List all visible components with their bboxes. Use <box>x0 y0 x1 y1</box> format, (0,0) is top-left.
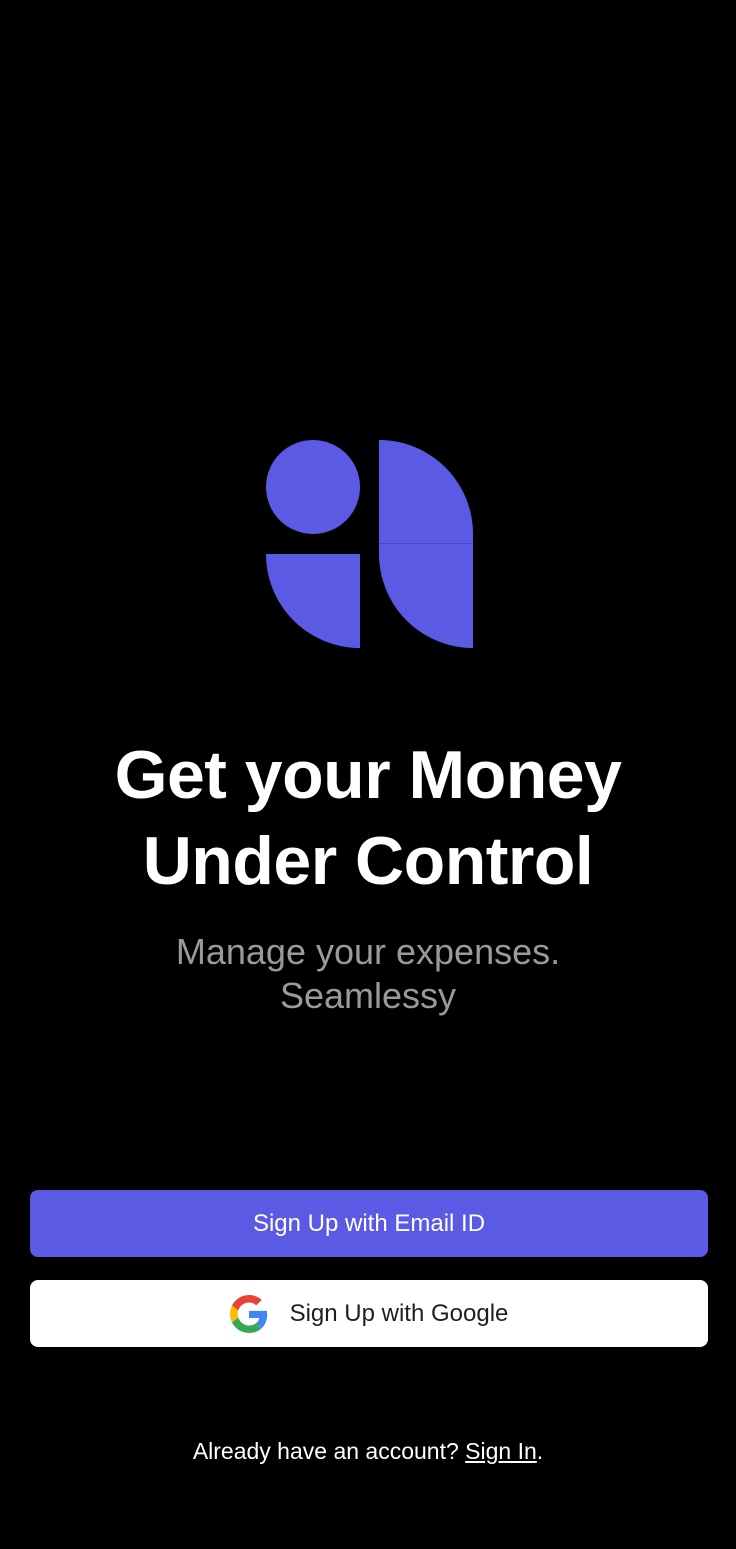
page-title: Get your Money Under Control <box>0 732 736 904</box>
email-signup-button[interactable]: Sign Up with Email ID <box>30 1190 708 1257</box>
title-line-1: Get your Money <box>114 737 622 813</box>
signin-prompt-suffix: . <box>536 1438 544 1464</box>
page-subtitle: Manage your expenses. Seamlessy <box>0 930 736 1018</box>
google-signup-label: Sign Up with Google <box>289 1299 509 1327</box>
signin-prompt: Already have an account? Sign In. <box>0 1438 736 1465</box>
signin-link[interactable]: Sign In <box>465 1438 537 1464</box>
subtitle-line-1: Manage your expenses. <box>175 931 561 972</box>
signin-prompt-text: Already have an account? <box>192 1438 466 1464</box>
title-line-2: Under Control <box>142 823 594 899</box>
brand-logo-icon <box>264 438 474 648</box>
subtitle-line-2: Seamlessy <box>279 975 457 1016</box>
google-signup-button[interactable]: Sign Up with Google <box>30 1280 708 1347</box>
email-signup-label: Sign Up with Email ID <box>252 1209 486 1237</box>
google-g-icon <box>229 1294 268 1333</box>
